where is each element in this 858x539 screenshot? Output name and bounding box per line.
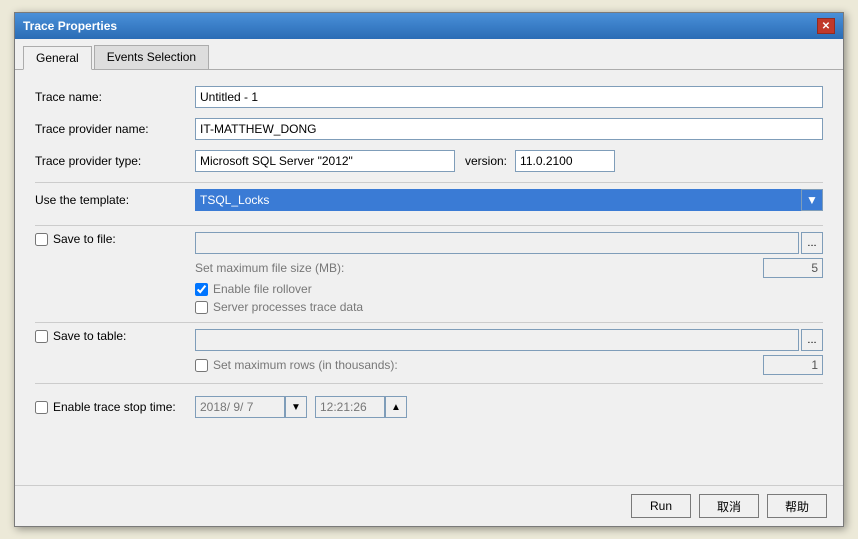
trace-provider-name-input[interactable] [195, 118, 823, 140]
file-sub-options: Set maximum file size (MB): Enable file … [195, 258, 823, 314]
server-processes-checkbox[interactable] [195, 301, 208, 314]
trace-name-input[interactable] [195, 86, 823, 108]
version-label: version: [465, 154, 507, 168]
stop-time-spinner-button[interactable]: ▲ [385, 396, 407, 418]
file-input-wrap: ... [195, 232, 823, 254]
enable-rollover-checkbox[interactable] [195, 283, 208, 296]
server-processes-label: Server processes trace data [213, 300, 363, 314]
stop-time-label-wrap: Enable trace stop time: [35, 400, 195, 414]
enable-rollover-row: Enable file rollover [195, 282, 823, 296]
trace-name-label: Trace name: [35, 90, 195, 104]
max-rows-input [763, 355, 823, 375]
trace-provider-type-input[interactable] [195, 150, 455, 172]
divider-4 [35, 383, 823, 384]
template-row: Use the template: TSQL_Locks Blank Stand… [35, 189, 823, 211]
table-input-wrap: ... [195, 329, 823, 351]
run-button[interactable]: Run [631, 494, 691, 518]
max-rows-label: Set maximum rows (in thousands): [213, 358, 763, 372]
template-dropdown-icon[interactable]: ▼ [801, 189, 823, 211]
form-area: Trace name: Trace provider name: Trace p… [15, 70, 843, 485]
tab-general[interactable]: General [23, 46, 92, 70]
save-to-file-row: Save to file: ... [35, 232, 823, 254]
trace-provider-type-row: Trace provider type: version: [35, 150, 823, 172]
trace-properties-dialog: Trace Properties ✕ General Events Select… [14, 12, 844, 527]
cancel-button[interactable]: 取消 [699, 494, 759, 518]
save-to-table-label-wrap: Save to table: [35, 329, 195, 343]
save-to-file-browse-button[interactable]: ... [801, 232, 823, 254]
trace-name-row: Trace name: [35, 86, 823, 108]
title-bar: Trace Properties ✕ [15, 13, 843, 39]
max-rows-row: Set maximum rows (in thousands): [195, 355, 823, 375]
save-to-file-label: Save to file: [53, 232, 116, 246]
max-file-size-input [763, 258, 823, 278]
window-title: Trace Properties [23, 19, 117, 33]
enable-stop-time-label: Enable trace stop time: [53, 400, 176, 414]
template-select[interactable]: TSQL_Locks Blank Standard TSQL TSQL_Dura… [195, 189, 823, 211]
template-label: Use the template: [35, 193, 195, 207]
stop-date-input [195, 396, 285, 418]
save-to-table-row: Save to table: ... [35, 329, 823, 351]
max-rows-checkbox[interactable] [195, 359, 208, 372]
stop-time-row: Enable trace stop time: ▼ ▲ [35, 396, 823, 418]
save-to-file-checkbox[interactable] [35, 233, 48, 246]
stop-time-input [315, 396, 385, 418]
divider-1 [35, 182, 823, 183]
table-sub-options: Set maximum rows (in thousands): [195, 355, 823, 375]
server-processes-row: Server processes trace data [195, 300, 823, 314]
divider-2 [35, 225, 823, 226]
save-to-file-input [195, 232, 799, 254]
enable-rollover-label: Enable file rollover [213, 282, 312, 296]
footer: Run 取消 帮助 [15, 485, 843, 526]
divider-3 [35, 322, 823, 323]
dialog-content: General Events Selection Trace name: Tra… [15, 39, 843, 526]
save-to-file-label-wrap: Save to file: [35, 232, 195, 246]
stop-date-dropdown-button[interactable]: ▼ [285, 396, 307, 418]
version-input[interactable] [515, 150, 615, 172]
close-button[interactable]: ✕ [817, 18, 835, 34]
max-file-size-label: Set maximum file size (MB): [195, 261, 763, 275]
trace-provider-type-label: Trace provider type: [35, 154, 195, 168]
save-to-table-checkbox[interactable] [35, 330, 48, 343]
tab-bar: General Events Selection [15, 39, 843, 70]
template-select-wrap: TSQL_Locks Blank Standard TSQL TSQL_Dura… [195, 189, 823, 211]
max-file-size-row: Set maximum file size (MB): [195, 258, 823, 278]
trace-provider-name-row: Trace provider name: [35, 118, 823, 140]
enable-stop-time-checkbox[interactable] [35, 401, 48, 414]
help-button[interactable]: 帮助 [767, 494, 827, 518]
trace-provider-name-label: Trace provider name: [35, 122, 195, 136]
tab-events-selection[interactable]: Events Selection [94, 45, 209, 69]
save-to-table-browse-button[interactable]: ... [801, 329, 823, 351]
save-to-table-input [195, 329, 799, 351]
save-to-table-label: Save to table: [53, 329, 126, 343]
